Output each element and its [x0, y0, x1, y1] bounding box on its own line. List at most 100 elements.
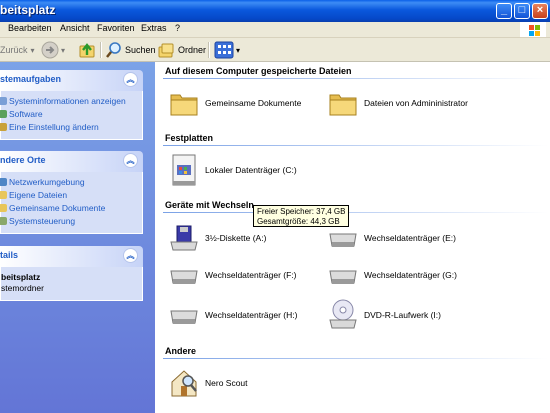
item-label: Gemeinsame Dokumente	[205, 98, 302, 108]
place-label: Systemsteuerung	[9, 216, 76, 226]
removable-drive-icon	[329, 233, 357, 247]
system-tasks-header[interactable]: stemaufgaben ︽	[0, 70, 143, 91]
place-shared-documents[interactable]: Gemeinsame Dokumente	[0, 202, 142, 215]
item-removable-g[interactable]: Wechseldatenträger (G:)	[328, 261, 457, 289]
item-nero-scout[interactable]: Nero Scout	[169, 366, 248, 400]
tooltip-total-size: Gesamtgröße: 44,3 GB	[257, 217, 340, 226]
toolbar-separator	[208, 42, 210, 58]
window-title: beitsplatz	[0, 3, 56, 17]
details-header[interactable]: tails ︽	[0, 246, 143, 267]
place-control-panel[interactable]: Systemsteuerung	[0, 215, 142, 228]
toolbar: Zurück ▾ ▾ Suchen Ordner ▾	[0, 38, 550, 62]
chevron-down-icon: ▾	[61, 45, 66, 55]
minimize-button[interactable]: _	[496, 3, 512, 19]
item-label: Wechseldatenträger (F:)	[205, 270, 297, 280]
folder-up-icon	[79, 43, 95, 58]
folders-label: Ordner	[178, 45, 207, 55]
task-software[interactable]: Software	[0, 108, 142, 121]
drive-tooltip: Freier Speicher: 37,4 GB Gesamtgröße: 44…	[253, 205, 349, 227]
item-floppy-a[interactable]: 3½-Diskette (A:)	[169, 224, 266, 252]
views-button[interactable]: ▾	[214, 41, 240, 59]
item-dvd-i[interactable]: DVD-R-Laufwerk (I:)	[328, 298, 441, 332]
group-stored-files: Auf diesem Computer gespeicherte Dateien	[165, 66, 352, 76]
system-info-icon	[0, 97, 7, 105]
other-places-header[interactable]: ndere Orte ︽	[0, 151, 143, 172]
collapse-icon[interactable]: ︽	[123, 153, 138, 168]
system-tasks-title: stemaufgaben	[0, 74, 62, 84]
task-system-info[interactable]: Systeminformationen anzeigen	[0, 95, 142, 108]
views-icon	[214, 41, 234, 59]
control-panel-icon	[0, 123, 7, 131]
item-removable-e[interactable]: Wechseldatenträger (E:)	[328, 224, 456, 252]
windows-logo-icon	[520, 22, 546, 37]
item-label: Wechseldatenträger (H:)	[205, 310, 298, 320]
dvd-drive-icon	[329, 299, 357, 329]
maximize-button[interactable]: □	[514, 3, 530, 19]
item-label: Dateien von Admininistrator	[364, 98, 468, 108]
item-local-disk-c[interactable]: Lokaler Datenträger (C:)	[169, 153, 297, 187]
place-network[interactable]: Netzwerkumgebung	[0, 176, 142, 189]
menu-favoriten[interactable]: Favoriten	[97, 23, 135, 33]
details-type: stemordner	[1, 283, 44, 293]
folder-icon	[329, 94, 357, 116]
item-removable-f[interactable]: Wechseldatenträger (F:)	[169, 261, 297, 289]
item-label: Wechseldatenträger (E:)	[364, 233, 456, 243]
task-change-setting[interactable]: Eine Einstellung ändern	[0, 121, 142, 134]
software-icon	[0, 110, 7, 118]
group-divider	[163, 78, 548, 79]
item-shared-documents[interactable]: Gemeinsame Dokumente	[169, 89, 301, 117]
details-name: beitsplatz	[1, 272, 41, 282]
up-folder-button[interactable]	[78, 41, 96, 59]
task-label: Software	[9, 109, 43, 119]
hard-disk-icon	[172, 154, 196, 186]
tooltip-free-space: Freier Speicher: 37,4 GB	[257, 207, 346, 216]
details-title: tails	[0, 250, 19, 260]
system-tasks-panel: stemaufgaben ︽ Systeminformationen anzei…	[0, 70, 143, 140]
collapse-icon[interactable]: ︽	[123, 72, 138, 87]
toolbar-separator	[100, 42, 102, 58]
nero-scout-icon	[171, 370, 197, 397]
group-other: Andere	[165, 346, 197, 356]
place-my-documents[interactable]: Eigene Dateien	[0, 189, 142, 202]
group-divider	[163, 145, 548, 146]
group-hard-disks: Festplatten	[165, 133, 214, 143]
place-label: Gemeinsame Dokumente	[9, 203, 106, 213]
forward-button[interactable]: ▾	[41, 41, 65, 59]
item-admin-documents[interactable]: Dateien von Admininistrator	[328, 89, 468, 117]
search-icon	[106, 42, 121, 58]
folder-icon	[170, 94, 198, 116]
group-divider	[163, 212, 548, 213]
chevron-down-icon: ▾	[236, 45, 241, 55]
folder-icon	[0, 204, 7, 212]
item-label: 3½-Diskette (A:)	[205, 233, 267, 243]
search-button[interactable]: Suchen	[105, 41, 156, 59]
chevron-down-icon: ▾	[30, 45, 35, 55]
item-removable-h[interactable]: Wechseldatenträger (H:)	[169, 301, 297, 329]
forward-arrow-icon	[41, 41, 59, 59]
group-removable: Geräte mit Wechseln	[165, 200, 254, 210]
place-label: Eigene Dateien	[9, 190, 68, 200]
menu-extras[interactable]: Extras	[141, 23, 167, 33]
control-panel-icon	[0, 217, 7, 225]
file-view: Auf diesem Computer gespeicherte Dateien…	[155, 62, 550, 413]
back-button[interactable]: Zurück ▾	[0, 41, 35, 59]
other-places-title: ndere Orte	[0, 155, 46, 165]
menu-help[interactable]: ?	[175, 23, 180, 33]
collapse-icon[interactable]: ︽	[123, 248, 138, 263]
folders-button[interactable]: Ordner	[157, 41, 206, 59]
network-icon	[0, 178, 7, 186]
menu-ansicht[interactable]: Ansicht	[60, 23, 90, 33]
task-label: Systeminformationen anzeigen	[9, 96, 126, 106]
folders-icon	[158, 43, 174, 58]
floppy-drive-icon	[170, 225, 198, 251]
menu-bar: Bearbeiten Ansicht Favoriten Extras ?	[0, 22, 550, 38]
removable-drive-icon	[170, 270, 198, 284]
item-label: Lokaler Datenträger (C:)	[205, 165, 297, 175]
search-label: Suchen	[125, 45, 156, 55]
menu-bearbeiten[interactable]: Bearbeiten	[8, 23, 52, 33]
folder-icon	[0, 191, 7, 199]
back-label: Zurück	[0, 45, 28, 55]
task-pane: stemaufgaben ︽ Systeminformationen anzei…	[0, 62, 155, 413]
close-button[interactable]: ×	[532, 3, 548, 19]
title-bar[interactable]: beitsplatz _ □ ×	[0, 0, 550, 22]
